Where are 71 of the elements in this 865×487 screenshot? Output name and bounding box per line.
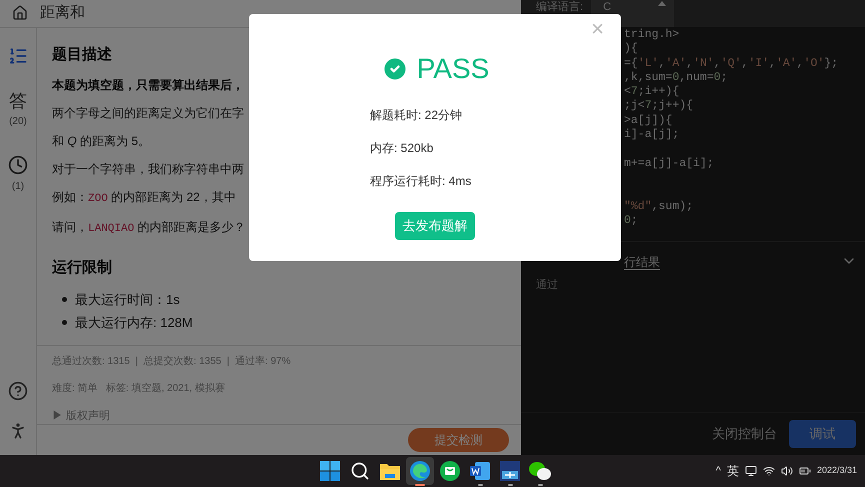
bullet-icon — [62, 296, 67, 302]
result-stat: 程序运行耗时: 4ms — [370, 173, 472, 190]
numbered-list-icon — [8, 46, 28, 66]
bag-icon — [440, 461, 460, 481]
problem-tags: 难度: 简单 标签: 填空题, 2021, 模拟赛 — [52, 380, 506, 396]
home-icon[interactable] — [12, 5, 28, 22]
browser-icon — [410, 461, 430, 481]
caret-icon — [658, 1, 666, 6]
bullet-icon — [62, 320, 67, 326]
code-line: i]-a[j]; — [624, 128, 680, 142]
limit-item: 最大运行内存: 128M — [75, 314, 193, 332]
tray-chevron[interactable]: ^ — [716, 462, 721, 480]
submit-button[interactable]: 提交检测 — [408, 428, 509, 452]
input-method[interactable]: 英 — [726, 462, 739, 480]
debug-button[interactable]: 调试 — [789, 420, 856, 448]
paragraph: 和 Q 的距离为 5。 — [52, 133, 150, 150]
code-line: tring.h> — [624, 28, 680, 42]
code-line: "%d",sum); — [624, 200, 694, 214]
submission-stats: 总通过次数: 1315 | 总提交次数: 1355 | 通过率: 97% — [52, 354, 292, 368]
taskbar-app[interactable] — [406, 457, 434, 485]
paragraph-text: 请问， — [52, 218, 88, 236]
windows-logo-icon — [320, 461, 340, 481]
code-line: ,k,sum=0,num=0; — [624, 70, 729, 86]
answer-glyph: 答 — [9, 92, 27, 110]
publish-button[interactable]: 去发布题解 — [395, 212, 475, 240]
search-icon — [350, 461, 370, 481]
paragraph: 对于一个字符串，我们称字符串中两 — [52, 161, 244, 178]
paragraph: 两个字母之间的距离定义为它们在字 — [52, 105, 244, 122]
language-label: 编译语言: — [536, 0, 584, 13]
console-output: 通过 — [536, 278, 558, 293]
paragraph-text: 例如： — [52, 189, 88, 206]
help-icon[interactable] — [8, 381, 28, 401]
date: 2022/3/31 — [816, 464, 857, 476]
limit-item: 最大运行时间：1s — [75, 290, 180, 308]
code-line: >a[j]){ — [624, 114, 674, 128]
paragraph-text: 的内部距离为 22，其中 — [110, 189, 236, 206]
inline-code: ZOO — [88, 192, 108, 207]
code-app-icon — [500, 461, 520, 481]
problem-title: 距离和 — [40, 3, 85, 23]
close-console-button[interactable]: 关闭控制台 — [712, 424, 777, 444]
speaker-icon[interactable] — [780, 465, 793, 477]
clock-icon — [8, 154, 28, 174]
code-line: <7;i++){ — [624, 85, 680, 100]
running-indicator — [478, 484, 482, 486]
monitor-icon[interactable] — [744, 465, 757, 477]
code-line: ={'L','A','N','Q','I','A','O'}; — [624, 56, 840, 71]
running-indicator — [508, 484, 512, 486]
folder-icon — [380, 462, 400, 480]
chat-app-icon — [529, 461, 551, 481]
section-heading: 运行限制 — [52, 258, 113, 278]
sidebar-item[interactable]: 答 (20) — [9, 88, 27, 132]
running-indicator — [415, 484, 425, 486]
battery-icon[interactable] — [798, 465, 811, 477]
code-line: 0; — [624, 214, 639, 228]
result-stat: 内存: 520kb — [370, 140, 434, 157]
paragraph-text: 的内部距离是多少？ — [136, 218, 246, 236]
section-heading: 题目描述 — [52, 44, 113, 64]
code-line: ){ — [624, 42, 639, 57]
code-line: ;j<7;j++){ — [624, 99, 694, 114]
inline-code: LANQIAO — [88, 222, 134, 236]
running-indicator — [538, 484, 542, 486]
sidebar-count: (1) — [12, 180, 24, 194]
console-tab[interactable]: 行结果 — [624, 255, 660, 270]
code-line: m+=a[j]-a[i]; — [624, 156, 715, 171]
copyright-toggle[interactable]: ▶ 版权声明 — [52, 408, 506, 424]
document-app-icon — [470, 461, 490, 481]
result-title: PASS — [416, 52, 490, 86]
sidebar-count: (20) — [9, 114, 27, 128]
sidebar-item[interactable]: (1) — [8, 150, 28, 198]
result-stat: 解题耗时: 22分钟 — [370, 107, 464, 124]
paragraph: 本题为填空题，只需要算出结果后， — [52, 77, 244, 94]
